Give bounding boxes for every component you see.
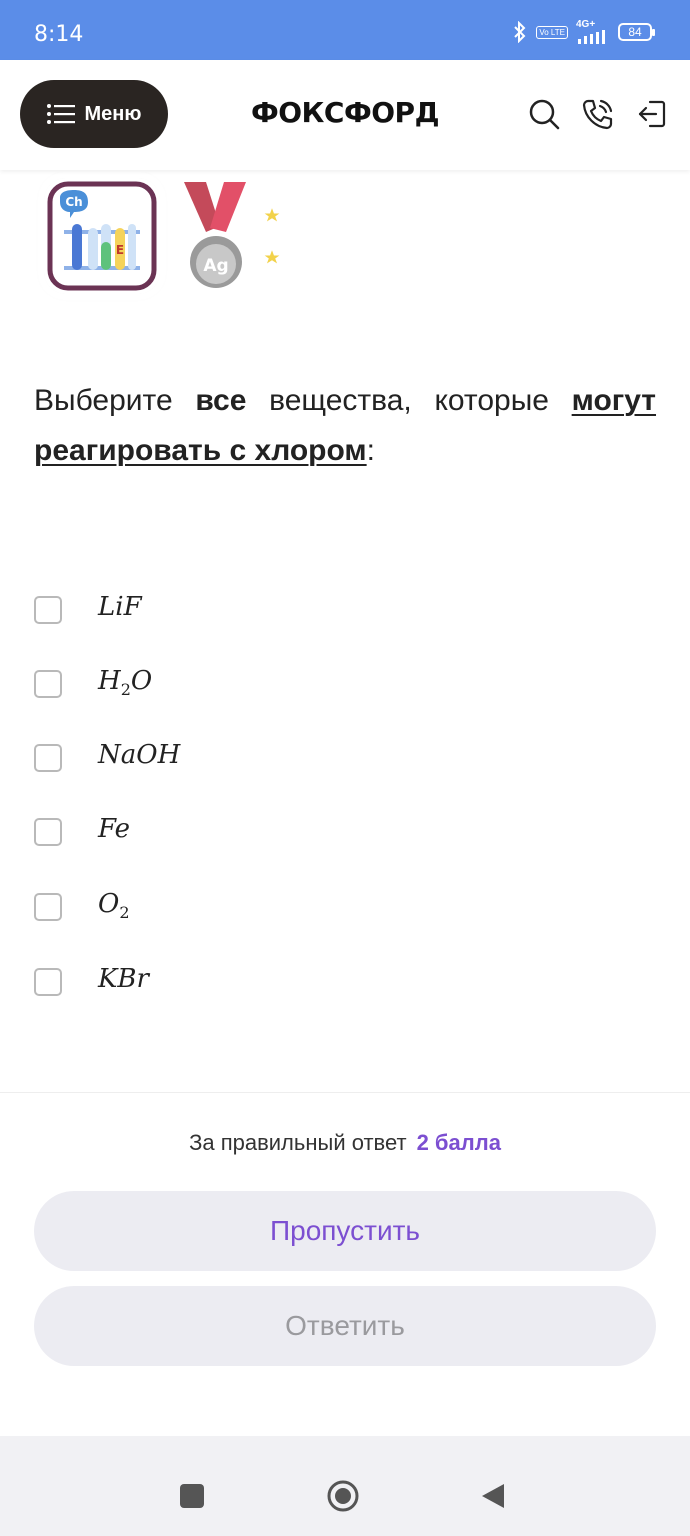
option-naoh[interactable]: NaOH (34, 738, 434, 778)
option-label: LiF (98, 592, 142, 622)
points-info: За правильный ответ 2 балла (0, 1130, 690, 1156)
silver-medal-icon: Ag (184, 182, 289, 292)
question-bold-all: все (195, 384, 247, 417)
option-o2[interactable]: O2 (34, 887, 434, 927)
home-icon[interactable] (327, 1480, 359, 1512)
status-time: 8:14 (34, 22, 84, 47)
divider (0, 1092, 690, 1093)
option-label: Fe (98, 814, 131, 844)
skip-button[interactable]: Пропустить (34, 1191, 656, 1271)
option-lif[interactable]: LiF (34, 590, 434, 630)
answer-button[interactable]: Ответить (34, 1286, 656, 1366)
option-fe[interactable]: Fe (34, 812, 434, 852)
option-kbr[interactable]: KBr (34, 962, 434, 1002)
question-part1: Выберите (34, 384, 196, 417)
phone-icon[interactable] (582, 98, 614, 130)
option-label: O2 (98, 889, 130, 923)
signal-icon: 4G+ (576, 20, 610, 44)
recent-apps-icon[interactable] (180, 1484, 204, 1508)
checkbox[interactable] (34, 968, 62, 996)
checkbox[interactable] (34, 818, 62, 846)
back-icon[interactable] (480, 1482, 506, 1510)
chem-badge-letters: Ch (65, 195, 82, 209)
volte-icon: Vo LTE (536, 25, 568, 39)
question-part3: : (366, 434, 375, 467)
status-icons: Vo LTE 4G+ 84 (512, 20, 655, 44)
status-bar: 8:14 Vo LTE 4G+ 84 (0, 0, 690, 60)
question-part2: вещества, которые (246, 384, 572, 417)
network-type: 4G+ (576, 19, 596, 30)
points-label: За правильный ответ (189, 1130, 407, 1155)
points-value: 2 балла (416, 1130, 501, 1155)
search-icon[interactable] (528, 98, 560, 130)
option-label: H2O (98, 666, 153, 700)
checkbox[interactable] (34, 744, 62, 772)
bluetooth-icon (514, 21, 526, 43)
checkbox[interactable] (34, 596, 62, 624)
achievement-badges: Ch E Ag (44, 178, 304, 298)
system-nav-bar (0, 1436, 690, 1536)
app-header: Меню ФОКСФОРД (0, 60, 690, 170)
option-label: NaOH (98, 740, 181, 770)
medal-text: Ag (203, 256, 228, 276)
checkbox[interactable] (34, 893, 62, 921)
option-h2o[interactable]: H2O (34, 664, 434, 704)
logout-icon[interactable] (636, 98, 668, 130)
question-text: Выберите все вещества, которые могут реа… (34, 376, 656, 476)
tube-letter: E (116, 243, 124, 257)
battery-icon: 84 (618, 23, 655, 41)
chemistry-badge-icon: Ch E (44, 178, 160, 294)
checkbox[interactable] (34, 670, 62, 698)
option-label: KBr (98, 964, 149, 994)
